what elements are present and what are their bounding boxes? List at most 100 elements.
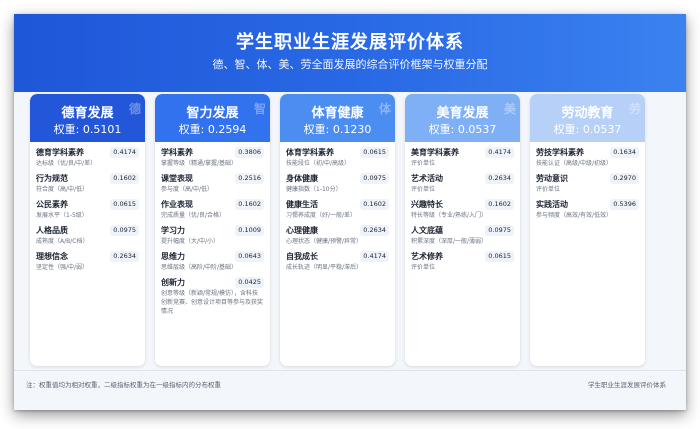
indicator-item: 学习力 0.1009 提升幅度（大/中/小） xyxy=(161,225,264,246)
footer-brand: 学生职业生涯发展评价体系 xyxy=(588,381,666,389)
dimension-weight: 权重: 0.1230 xyxy=(303,123,372,136)
indicator-weight-badge: 0.2634 xyxy=(360,225,389,236)
dimension-header: 劳劳动教育 权重: 0.0537 xyxy=(530,94,645,142)
indicator-list: 德育学科素养 0.4174 达标级（优/良/中/差） 行为规范 0.1602 符合度（高/… xyxy=(30,142,145,272)
indicator-item: 兴趣特长 0.1602 特长等级（专业/熟练/入门） xyxy=(411,199,514,220)
indicator-weight-badge: 0.5396 xyxy=(610,199,639,210)
indicator-weight-badge: 0.1602 xyxy=(360,199,389,210)
indicator-weight-badge: 0.2634 xyxy=(110,251,139,262)
dimension-header: 智智力发展 权重: 0.2594 xyxy=(155,94,270,142)
title-banner: 学生职业生涯发展评价体系 德、智、体、美、劳全面发展的综合评价框架与权重分配 xyxy=(14,14,686,92)
dimension-card: 德德育发展 权重: 0.5101 德育学科素养 0.4174 达标级（优/良/中/差）行… xyxy=(30,94,145,366)
indicator-description: 参与频度（高效/有效/低效） xyxy=(536,212,613,219)
dimension-weight: 权重: 0.0537 xyxy=(428,123,497,136)
indicator-description: 成熟度（A/B/C档） xyxy=(36,238,89,245)
indicator-item: 自我成长 0.4174 成长轨迹（明显/平稳/滞后） xyxy=(286,251,389,272)
indicator-item: 实践活动 0.5396 参与频度（高效/有效/低效） xyxy=(536,199,639,220)
indicator-item: 创新力 0.0425 创意等级（新颖/常规/模仿），含科技创新竞赛、创意设计项目等参… xyxy=(161,277,264,316)
indicator-weight-badge: 0.2634 xyxy=(485,173,514,184)
indicator-description: 发展水平（1-5级） xyxy=(36,212,88,219)
indicator-item: 劳动意识 0.2970 评价单位 xyxy=(536,173,639,194)
indicator-description: 成长轨迹（明显/平稳/滞后） xyxy=(286,264,363,271)
dimension-card: 劳劳动教育 权重: 0.0537 劳技学科素养 0.1634 技能认证（高级/中级/初级… xyxy=(530,94,645,366)
dimension-header: 体体育健康 权重: 0.1230 xyxy=(280,94,395,142)
indicator-weight-badge: 0.4174 xyxy=(110,147,139,158)
indicator-item: 艺术修养 0.0615 评价单位 xyxy=(411,251,514,272)
indicator-description: 创意等级（新颖/常规/模仿），含科技创新竞赛、创意设计项目等参与及获奖情况 xyxy=(161,290,264,315)
indicator-weight-badge: 0.1602 xyxy=(485,199,514,210)
indicator-description: 达标级（优/良/中/差） xyxy=(36,160,97,167)
page-subtitle: 德、智、体、美、劳全面发展的综合评价框架与权重分配 xyxy=(212,58,488,71)
indicator-weight-badge: 0.4174 xyxy=(485,147,514,158)
dimension-weight: 权重: 0.2594 xyxy=(178,123,247,136)
indicator-description: 评价单位 xyxy=(411,264,436,271)
indicator-weight-badge: 0.0975 xyxy=(360,173,389,184)
indicator-list: 美育学科素养 0.4174 评价单位 艺术活动 0.2634 评价单位 兴趣特长 0.1602… xyxy=(405,142,520,272)
indicator-weight-badge: 0.1602 xyxy=(110,173,139,184)
indicator-weight-badge: 0.0425 xyxy=(235,277,264,288)
indicator-item: 艺术活动 0.2634 评价单位 xyxy=(411,173,514,194)
dimension-weight: 权重: 0.0537 xyxy=(553,123,622,136)
indicator-item: 劳技学科素养 0.1634 技能认证（高级/中级/初级） xyxy=(536,147,639,168)
dimension-weight: 权重: 0.5101 xyxy=(53,123,122,136)
indicator-weight-badge: 0.0615 xyxy=(360,147,389,158)
indicator-item: 心理健康 0.2634 心理状态（健康/预警/异常） xyxy=(286,225,389,246)
dimension-card: 体体育健康 权重: 0.1230 体育学科素养 0.0615 技能段位（初/中/高级）身… xyxy=(280,94,395,366)
indicator-item: 课堂表现 0.2516 参与度（高/中/低） xyxy=(161,173,264,194)
indicator-description: 提升幅度（大/中/小） xyxy=(161,238,220,245)
page-title: 学生职业生涯发展评价体系 xyxy=(236,32,464,53)
indicator-description: 健康指数（1-10分） xyxy=(286,186,342,193)
dimension-name: 美育发展 xyxy=(436,106,489,121)
footer-note: 注：权重值均为相对权重，二级指标权重为在一级指标内的分布权重 xyxy=(26,381,221,389)
indicator-description: 参与度（高/中/低） xyxy=(161,186,214,193)
indicator-item: 人文底蕴 0.0975 积累深度（深厚/一般/薄弱） xyxy=(411,225,514,246)
indicator-weight-badge: 0.1602 xyxy=(235,199,264,210)
footer: 注：权重值均为相对权重，二级指标权重为在一级指标内的分布权重 学生职业生涯发展评… xyxy=(14,370,686,410)
indicator-item: 美育学科素养 0.4174 评价单位 xyxy=(411,147,514,168)
dimension-card: 美美育发展 权重: 0.0537 美育学科素养 0.4174 评价单位 艺术活动 0.263… xyxy=(405,94,520,366)
indicator-description: 评价单位 xyxy=(536,186,561,193)
indicator-item: 思维力 0.0643 思维层级（高阶/中阶/基础） xyxy=(161,251,264,272)
indicator-description: 积累深度（深厚/一般/薄弱） xyxy=(411,238,488,245)
indicator-item: 体育学科素养 0.0615 技能段位（初/中/高级） xyxy=(286,147,389,168)
indicator-description: 技能认证（高级/中级/初级） xyxy=(536,160,613,167)
indicator-list: 劳技学科素养 0.1634 技能认证（高级/中级/初级） 劳动意识 0.2970 评价单位… xyxy=(530,142,645,220)
indicator-weight-badge: 0.0615 xyxy=(485,251,514,262)
indicator-item: 学科素养 0.3806 掌握等级（精通/掌握/基础） xyxy=(161,147,264,168)
indicator-weight-badge: 0.3806 xyxy=(235,147,264,158)
indicator-item: 德育学科素养 0.4174 达标级（优/良/中/差） xyxy=(36,147,139,168)
indicator-description: 坚定性（强/中/弱） xyxy=(36,264,89,271)
indicator-description: 思维层级（高阶/中阶/基础） xyxy=(161,264,238,271)
indicator-description: 习惯养成度（好/一般/差） xyxy=(286,212,357,219)
indicator-description: 特长等级（专业/熟练/入门） xyxy=(411,212,488,219)
dimension-name: 德育发展 xyxy=(61,106,114,121)
dimension-name: 智力发展 xyxy=(186,106,239,121)
indicator-weight-badge: 0.1634 xyxy=(610,147,639,158)
dimension-name: 体育健康 xyxy=(311,106,364,121)
indicator-item: 公民素养 0.0615 发展水平（1-5级） xyxy=(36,199,139,220)
indicator-weight-badge: 0.0975 xyxy=(110,225,139,236)
indicator-description: 完成质量（优/良/合格） xyxy=(161,212,226,219)
indicator-list: 学科素养 0.3806 掌握等级（精通/掌握/基础） 课堂表现 0.2516 参与度（高/… xyxy=(155,142,270,316)
indicator-item: 人格品质 0.0975 成熟度（A/B/C档） xyxy=(36,225,139,246)
indicator-description: 心理状态（健康/预警/异常） xyxy=(286,238,363,245)
indicator-weight-badge: 0.0643 xyxy=(235,251,264,262)
diagram-frame: 学生职业生涯发展评价体系 德、智、体、美、劳全面发展的综合评价框架与权重分配 德… xyxy=(14,14,686,410)
indicator-description: 评价单位 xyxy=(411,160,436,167)
indicator-description: 评价单位 xyxy=(411,186,436,193)
indicator-item: 作业表现 0.1602 完成质量（优/良/合格） xyxy=(161,199,264,220)
dimension-name: 劳动教育 xyxy=(561,106,614,121)
indicator-item: 健康生活 0.1602 习惯养成度（好/一般/差） xyxy=(286,199,389,220)
indicator-item: 理想信念 0.2634 坚定性（强/中/弱） xyxy=(36,251,139,272)
indicator-weight-badge: 0.4174 xyxy=(360,251,389,262)
dimension-card: 智智力发展 权重: 0.2594 学科素养 0.3806 掌握等级（精通/掌握/基础）课… xyxy=(155,94,270,366)
dimension-header: 德德育发展 权重: 0.5101 xyxy=(30,94,145,142)
indicator-weight-badge: 0.0975 xyxy=(485,225,514,236)
indicator-description: 掌握等级（精通/掌握/基础） xyxy=(161,160,238,167)
indicator-weight-badge: 0.0615 xyxy=(110,199,139,210)
indicator-weight-badge: 0.2970 xyxy=(610,173,639,184)
indicator-item: 身体健康 0.0975 健康指数（1-10分） xyxy=(286,173,389,194)
indicator-weight-badge: 0.1009 xyxy=(235,225,264,236)
indicator-weight-badge: 0.2516 xyxy=(235,173,264,184)
indicator-list: 体育学科素养 0.0615 技能段位（初/中/高级） 身体健康 0.0975 健康指数（1… xyxy=(280,142,395,272)
